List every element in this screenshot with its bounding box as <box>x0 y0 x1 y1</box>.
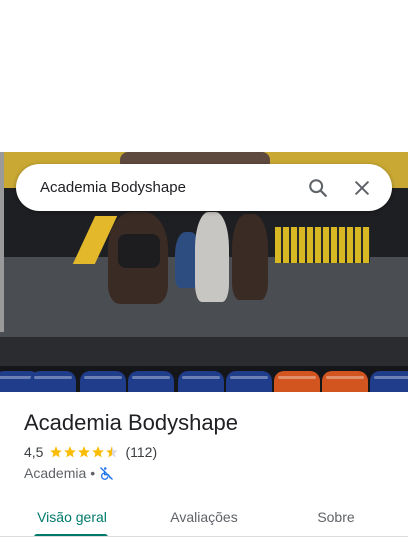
photo-floor-shade <box>0 337 408 367</box>
tab-about[interactable]: Sobre <box>286 497 386 537</box>
separator: • <box>90 465 96 481</box>
category-row: Academia • <box>24 465 114 481</box>
search-bar[interactable]: Academia Bodyshape <box>16 164 392 211</box>
rating-value: 4,5 <box>24 444 44 460</box>
photo-chair <box>274 371 320 392</box>
rating-stars <box>49 445 119 459</box>
tab-overview[interactable]: Visão geral <box>22 497 122 537</box>
search-button[interactable] <box>296 166 340 210</box>
clear-search-button[interactable] <box>340 166 384 210</box>
photo-railing-bars <box>275 227 370 263</box>
photo-chair <box>80 371 126 392</box>
star-icon <box>50 446 63 458</box>
tabs-divider <box>0 536 408 537</box>
search-input[interactable]: Academia Bodyshape <box>40 179 296 196</box>
photo-person-shirt <box>118 234 160 268</box>
half-star-icon <box>106 446 119 458</box>
photo-chair <box>128 371 174 392</box>
review-count[interactable]: (112) <box>125 444 157 460</box>
search-icon <box>309 178 327 197</box>
place-title: Academia Bodyshape <box>24 410 239 435</box>
star-icon <box>64 446 77 458</box>
not-wheelchair-accessible-icon <box>100 466 113 480</box>
map-blank-area <box>0 0 408 152</box>
photo-person <box>232 214 268 300</box>
photo-chair <box>322 371 368 392</box>
photo-chair <box>178 371 224 392</box>
star-icon <box>92 446 105 458</box>
close-icon <box>355 180 369 195</box>
tab-reviews[interactable]: Avaliações <box>154 497 254 537</box>
place-tabs: Visão geral Avaliações Sobre <box>0 497 408 537</box>
star-icon <box>78 446 91 458</box>
photo-chair <box>30 371 76 392</box>
rating-row[interactable]: 4,5 (112) <box>24 444 157 460</box>
photo-person <box>195 212 229 302</box>
photo-chair <box>226 371 272 392</box>
photo-mirror-frame <box>0 152 4 332</box>
photo-chair <box>370 371 408 392</box>
place-category: Academia <box>24 465 87 481</box>
